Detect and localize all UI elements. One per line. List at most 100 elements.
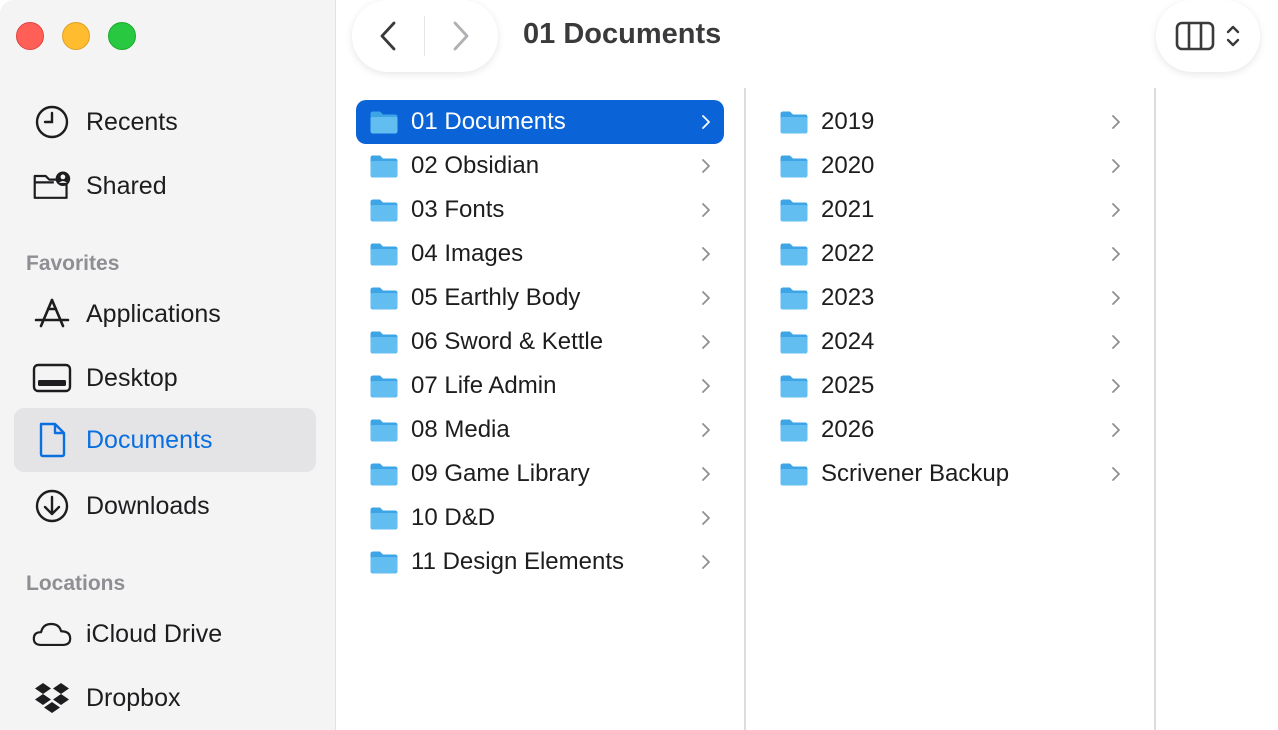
forward-button[interactable] (425, 0, 497, 72)
folder-row[interactable]: 01 Documents (356, 100, 724, 144)
chevron-right-icon (1110, 378, 1122, 394)
column-divider[interactable] (1154, 88, 1156, 730)
folder-icon (369, 197, 399, 223)
sidebar-item-label: Documents (86, 425, 213, 454)
folder-row[interactable]: Scrivener Backup (766, 452, 1134, 496)
folder-icon (369, 109, 399, 135)
folder-name: 02 Obsidian (411, 152, 540, 179)
sidebar-item-downloads[interactable]: Downloads (14, 474, 316, 538)
chevron-right-icon (700, 114, 712, 130)
sidebar-item-desktop[interactable]: Desktop (14, 346, 316, 410)
folder-row[interactable]: 2019 (766, 100, 1134, 144)
favorites-header: Favorites (26, 252, 120, 275)
zoom-window-button[interactable] (108, 22, 136, 50)
applications-icon (32, 294, 72, 334)
folder-row[interactable]: 2020 (766, 144, 1134, 188)
folder-row[interactable]: 09 Game Library (356, 452, 724, 496)
sidebar-item-label: Recents (86, 107, 178, 136)
folder-name: 08 Media (411, 416, 510, 443)
folder-row[interactable]: 05 Earthly Body (356, 276, 724, 320)
sidebar-item-recents[interactable]: Recents (14, 90, 316, 154)
chevron-right-icon (1110, 290, 1122, 306)
folder-icon (369, 329, 399, 355)
folder-name: 09 Game Library (411, 460, 590, 487)
desktop-icon (32, 358, 72, 398)
folder-row[interactable]: 2023 (766, 276, 1134, 320)
folder-row[interactable]: 10 D&D (356, 496, 724, 540)
folder-row[interactable]: 04 Images (356, 232, 724, 276)
view-mode-button[interactable] (1156, 0, 1260, 72)
clock-icon (32, 102, 72, 142)
folder-icon (779, 461, 809, 487)
column-divider[interactable] (744, 88, 746, 730)
folder-icon (779, 197, 809, 223)
chevron-right-icon (700, 202, 712, 218)
sidebar-item-label: Applications (86, 299, 221, 328)
folder-icon (369, 505, 399, 531)
chevron-right-icon (700, 510, 712, 526)
sidebar-item-applications[interactable]: Applications (14, 282, 316, 346)
sidebar-item-label: iCloud Drive (86, 619, 223, 648)
chevron-right-icon (1110, 334, 1122, 350)
close-window-button[interactable] (16, 22, 44, 50)
folder-row[interactable]: 2022 (766, 232, 1134, 276)
cloud-icon (32, 614, 72, 654)
navigation-buttons (352, 0, 498, 72)
folder-name: 2019 (821, 108, 875, 135)
sidebar-item-dropbox[interactable]: Dropbox (14, 666, 316, 730)
folder-icon (779, 109, 809, 135)
chevron-right-icon (1110, 422, 1122, 438)
window-title: 01 Documents (523, 18, 722, 50)
folder-name: 2023 (821, 284, 875, 311)
sidebar-item-documents[interactable]: Documents (14, 408, 316, 472)
folder-icon (369, 153, 399, 179)
folder-row[interactable]: 08 Media (356, 408, 724, 452)
column-view-icon (1175, 21, 1215, 51)
folder-row[interactable]: 03 Fonts (356, 188, 724, 232)
folder-name: 01 Documents (411, 108, 566, 135)
folder-icon (369, 549, 399, 575)
folder-row[interactable]: 07 Life Admin (356, 364, 724, 408)
sidebar-item-shared[interactable]: Shared (14, 154, 316, 218)
sidebar-item-label: Dropbox (86, 683, 181, 712)
folder-name: 2021 (821, 196, 875, 223)
folder-icon (779, 241, 809, 267)
chevron-right-icon (1110, 466, 1122, 482)
folder-icon (369, 285, 399, 311)
window-controls (16, 22, 136, 50)
folder-name: 05 Earthly Body (411, 284, 581, 311)
document-icon (32, 420, 72, 460)
chevron-right-icon (700, 422, 712, 438)
up-down-chevron-icon (1226, 25, 1240, 47)
locations-header: Locations (26, 572, 126, 595)
folder-name: 07 Life Admin (411, 372, 557, 399)
back-button[interactable] (352, 0, 424, 72)
chevron-right-icon (453, 21, 469, 51)
folder-name: 10 D&D (411, 504, 496, 531)
chevron-left-icon (380, 21, 396, 51)
folder-name: 06 Sword & Kettle (411, 328, 604, 355)
chevron-right-icon (700, 158, 712, 174)
dropbox-icon (32, 678, 72, 718)
folder-row[interactable]: 02 Obsidian (356, 144, 724, 188)
sidebar-item-icloud-drive[interactable]: iCloud Drive (14, 602, 316, 666)
folder-name: 2025 (821, 372, 875, 399)
folder-row[interactable]: 06 Sword & Kettle (356, 320, 724, 364)
shared-folder-icon (32, 166, 72, 206)
folder-row[interactable]: 11 Design Elements (356, 540, 724, 584)
folder-row[interactable]: 2025 (766, 364, 1134, 408)
folder-name: 11 Design Elements (411, 548, 624, 575)
folder-row[interactable]: 2026 (766, 408, 1134, 452)
folder-icon (779, 285, 809, 311)
chevron-right-icon (700, 554, 712, 570)
folder-icon (369, 417, 399, 443)
chevron-right-icon (700, 246, 712, 262)
folder-row[interactable]: 2024 (766, 320, 1134, 364)
folder-row[interactable]: 2021 (766, 188, 1134, 232)
folder-icon (369, 461, 399, 487)
download-icon (32, 486, 72, 526)
chevron-right-icon (1110, 158, 1122, 174)
minimize-window-button[interactable] (62, 22, 90, 50)
folder-name: 2022 (821, 240, 875, 267)
folder-icon (369, 373, 399, 399)
